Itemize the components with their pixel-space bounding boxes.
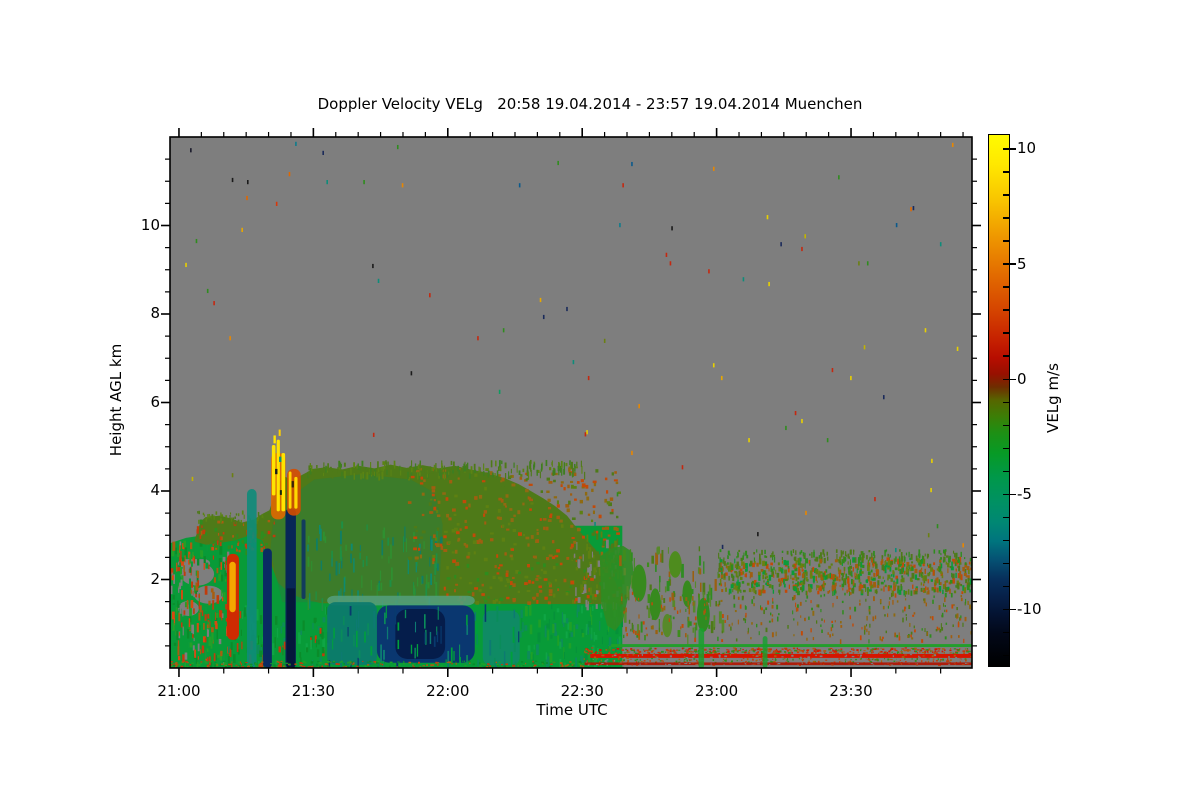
x-tick-label: 22:00 [426, 682, 470, 700]
velocity-region [294, 476, 298, 509]
colorbar-minor-tick [1003, 631, 1009, 634]
velocity-region [271, 444, 276, 496]
colorbar-minor-tick [1003, 332, 1009, 334]
colorbar-major-tick [1010, 378, 1016, 380]
velocity-region [275, 468, 278, 475]
doppler-velocity-figure: Doppler Velocity VELg 20:58 19.04.2014 -… [0, 0, 1200, 800]
y-tick-label: 6 [150, 392, 160, 411]
colorbar-tick-label: 5 [1017, 254, 1027, 273]
velocity-region [682, 580, 693, 607]
velocity-region [696, 597, 710, 632]
x-tick-label: 23:00 [694, 682, 739, 700]
colorbar-minor-tick [1003, 240, 1009, 242]
y-tick-label: 4 [150, 481, 160, 499]
colorbar-tick-label: -10 [1017, 599, 1042, 618]
colorbar-minor-tick [1003, 217, 1009, 219]
plot-title: Doppler Velocity VELg 20:58 19.04.2014 -… [317, 95, 863, 113]
colorbar-minor-tick [1003, 378, 1009, 380]
colorbar-minor-tick [1003, 470, 1009, 472]
colorbar-tick-label: 10 [1017, 139, 1037, 158]
velocity-region [631, 564, 647, 602]
velocity-region [288, 471, 292, 509]
colorbar-minor-tick [1003, 516, 1009, 519]
velocity-region [263, 548, 272, 668]
colorbar-minor-tick [1003, 585, 1009, 588]
colorbar-minor-tick [1003, 654, 1009, 657]
velocity-region [649, 588, 661, 621]
velocity-region [286, 588, 296, 668]
colorbar-major-tick [1010, 263, 1016, 265]
colorbar-minor-tick [1003, 263, 1009, 265]
colorbar-minor-tick [1003, 309, 1009, 311]
colorbar-major-tick [1010, 148, 1016, 150]
velocity-region [278, 429, 281, 436]
x-axis-label: Time UTC [536, 701, 608, 719]
velocity-region [273, 435, 276, 444]
velocity-region [291, 481, 294, 488]
x-tick-label: 21:00 [157, 682, 201, 700]
velocity-region [668, 551, 682, 578]
colorbar-minor-tick [1003, 493, 1009, 495]
velocity-region [281, 452, 286, 512]
colorbar-minor-tick [1003, 355, 1009, 357]
colorbar-major-tick [1010, 608, 1016, 611]
velocity-region [762, 636, 768, 668]
y-tick-label: 10 [140, 215, 160, 234]
colorbar-tick-label: -5 [1017, 484, 1032, 503]
velocity-region [229, 561, 236, 613]
velocity-region [611, 644, 972, 648]
velocity-region [279, 456, 282, 462]
heatmap-content [170, 137, 972, 668]
colorbar-minor-tick [1003, 447, 1009, 449]
colorbar-minor-tick [1003, 608, 1009, 611]
colorbar-minor-tick [1003, 171, 1009, 173]
heatmap-canvas [161, 128, 981, 677]
colorbar-minor-tick [1003, 148, 1009, 150]
y-tick-label: 2 [150, 569, 160, 588]
colorbar-minor-tick [1003, 194, 1009, 196]
colorbar-minor-tick [1003, 424, 1009, 426]
colorbar-minor-tick [1003, 401, 1009, 403]
x-tick-label: 23:30 [829, 682, 873, 700]
y-tick-label: 8 [150, 304, 160, 322]
velocity-region [590, 653, 972, 658]
velocity-region [246, 489, 257, 668]
colorbar-minor-tick [1003, 562, 1009, 565]
velocity-region [698, 628, 705, 668]
colorbar-label: VELg m/s [1044, 363, 1062, 433]
x-tick-label: 21:30 [291, 682, 335, 700]
colorbar-minor-tick [1003, 539, 1009, 542]
velocity-region [279, 490, 282, 495]
velocity-region [301, 519, 306, 599]
x-tick-label: 22:30 [560, 682, 604, 700]
velocity-region [662, 613, 673, 638]
colorbar-minor-tick [1003, 286, 1009, 288]
velocity-region [276, 439, 280, 512]
colorbar-major-tick [1010, 493, 1016, 495]
